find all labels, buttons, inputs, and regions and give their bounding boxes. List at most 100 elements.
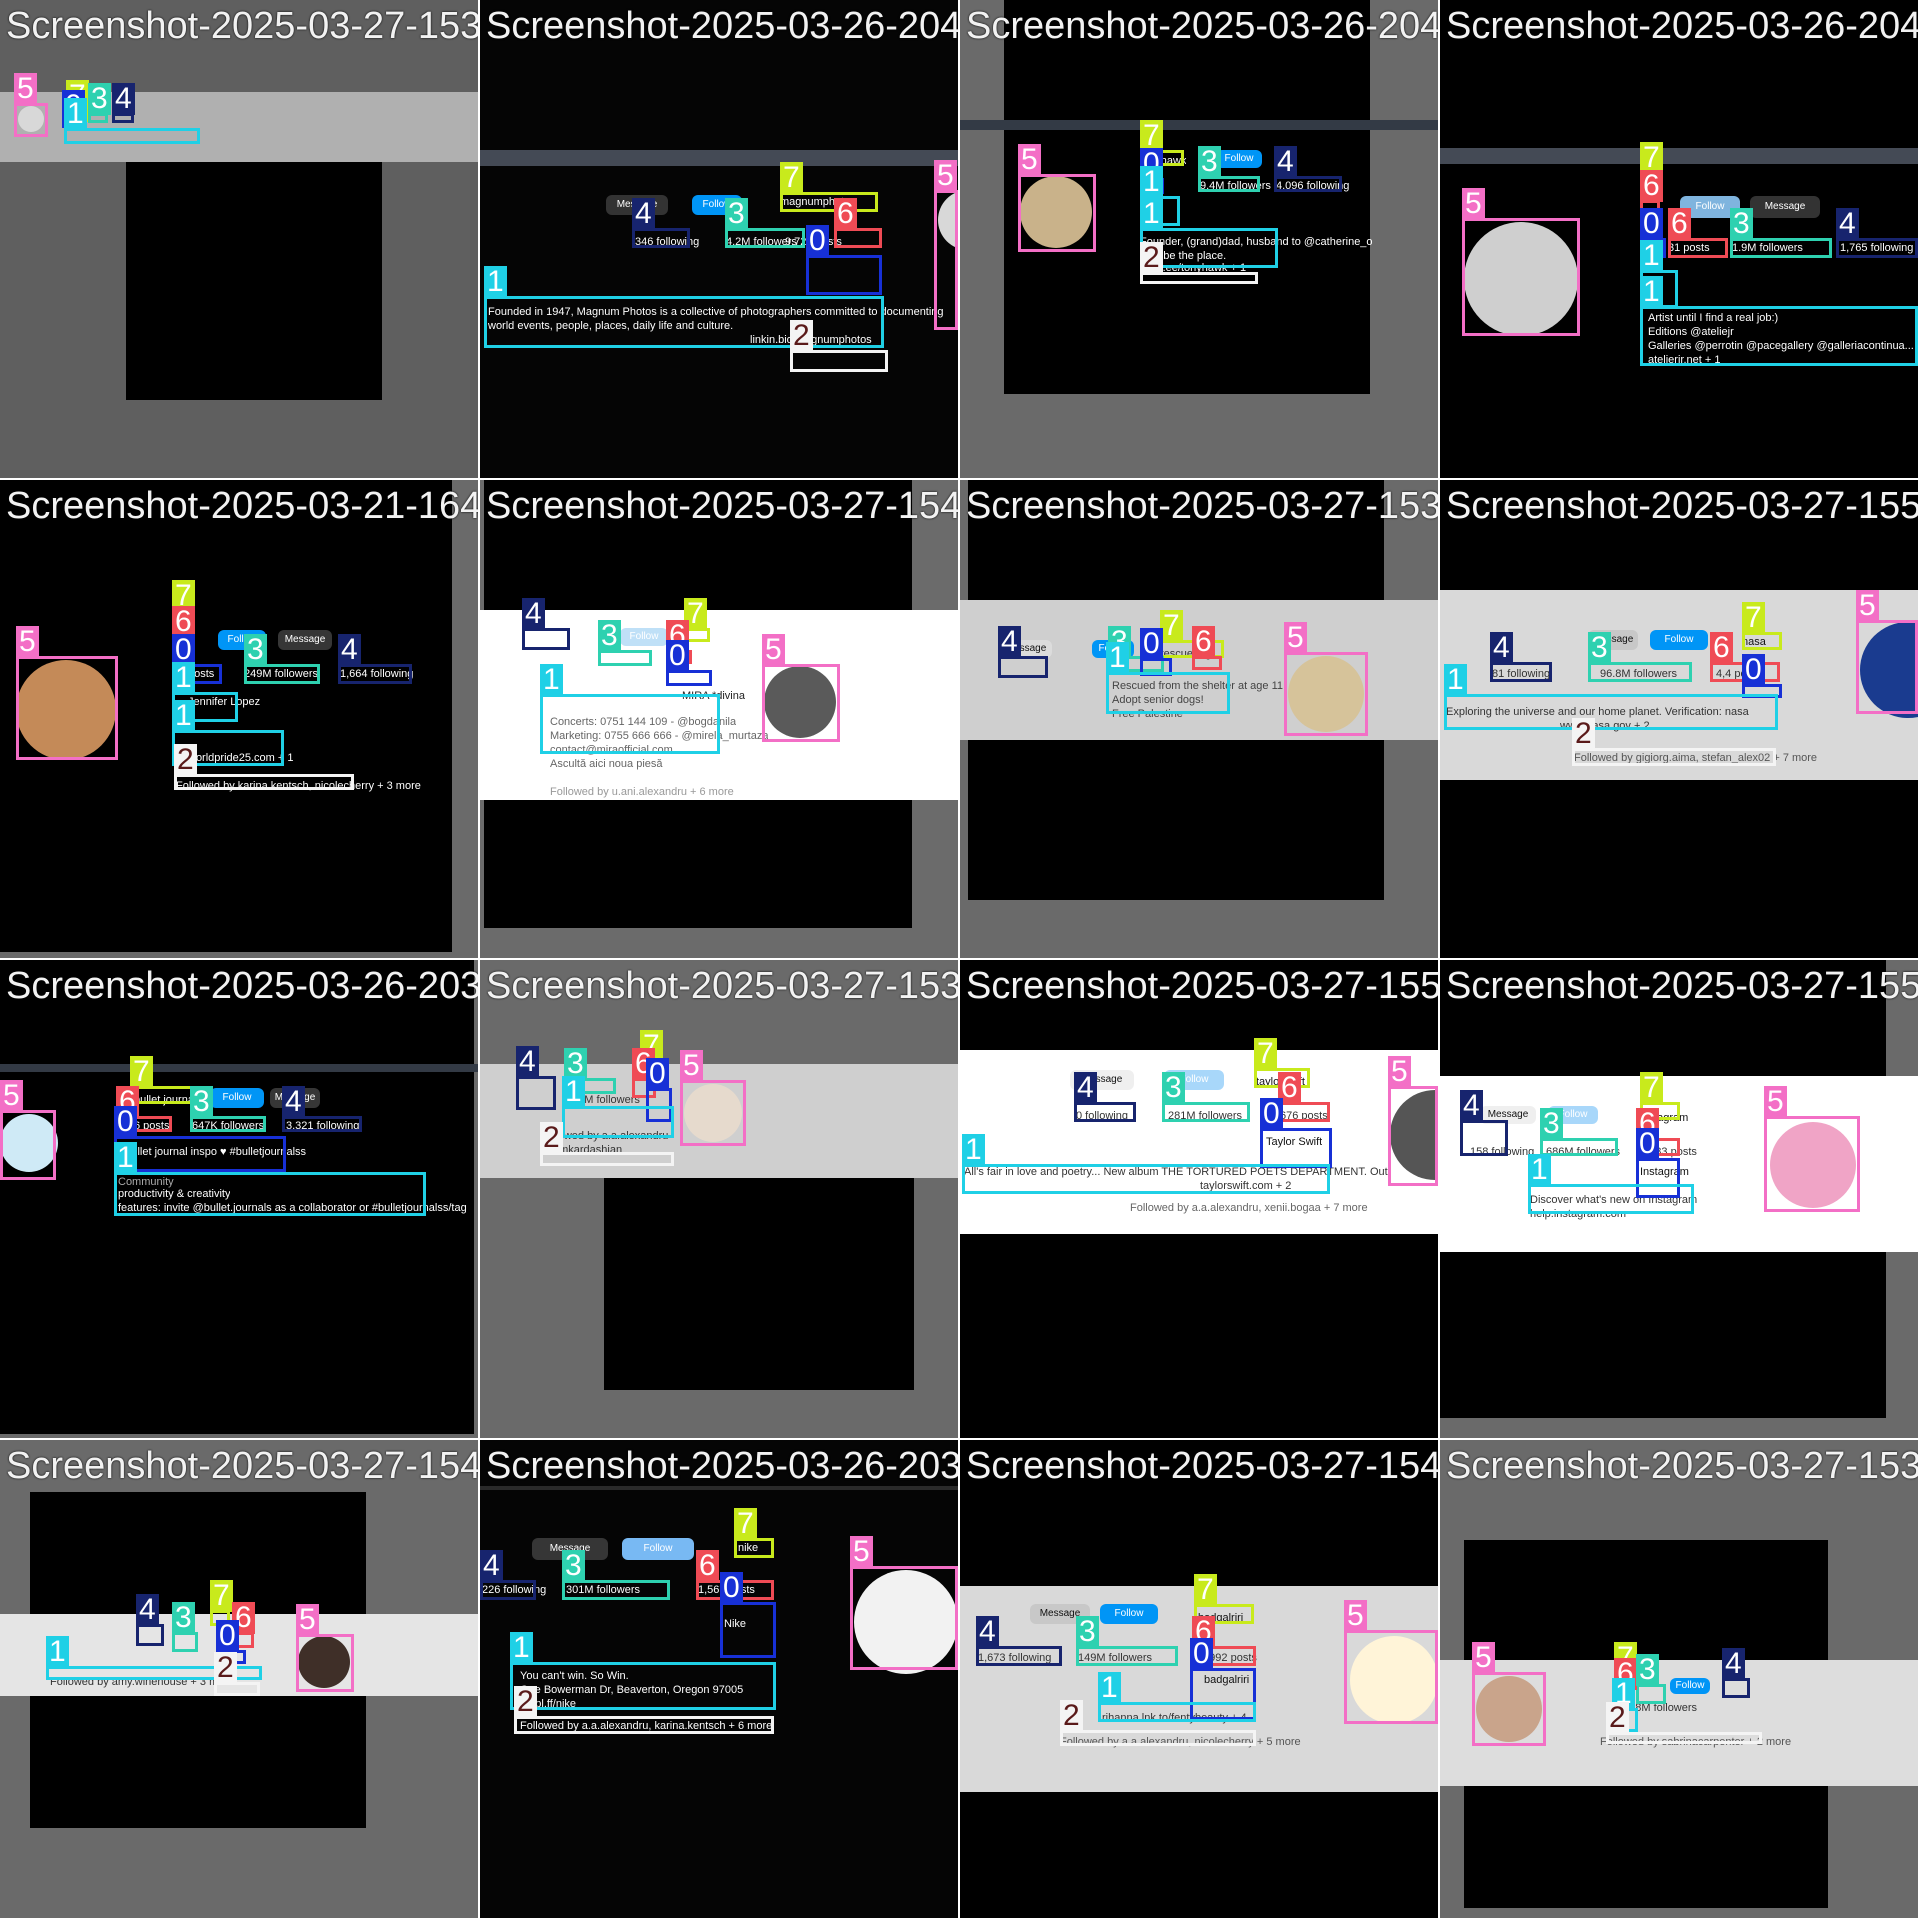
annotation-class-label: 4 xyxy=(480,1550,503,1582)
annotation-class-label: 7 xyxy=(1640,1072,1663,1104)
annotation-box-class-4 xyxy=(1836,238,1918,258)
annotation-class-label: 4 xyxy=(1490,632,1513,664)
annotation-class-label: 3 xyxy=(1588,632,1611,664)
annotation-class-label: 6 xyxy=(1668,208,1691,240)
annotation-box-class-4 xyxy=(1074,1102,1136,1122)
annotation-class-label: 5 xyxy=(762,634,785,666)
screenshot-tile: Follow 19.8M followers Followed by sabrina… xyxy=(1440,1440,1918,1918)
annotation-class-label: 2 xyxy=(540,1122,563,1154)
annotation-box-class-6 xyxy=(1192,656,1222,670)
annotation-box-class-5 xyxy=(1284,652,1368,736)
annotation-class-label: 1 xyxy=(510,1632,533,1664)
annotation-box-class-5 xyxy=(1462,218,1580,336)
annotation-box-class-3 xyxy=(1076,1646,1178,1666)
annotation-class-label: 1 xyxy=(172,662,195,694)
annotation-class-label: 0 xyxy=(1640,208,1663,240)
annotation-class-label: 4 xyxy=(1722,1648,1745,1680)
annotation-class-label: 5 xyxy=(1764,1086,1787,1118)
annotation-box-class-1 xyxy=(114,1172,426,1216)
annotation-box-class-2 xyxy=(1060,1730,1256,1746)
annotation-class-label: 3 xyxy=(88,83,111,115)
profile-text: Followed by u.ani.alexandru + 6 more xyxy=(550,786,734,798)
annotation-box-class-7 xyxy=(1742,632,1782,650)
follow-button[interactable]: Follow xyxy=(1650,630,1708,650)
annotation-class-label: 2 xyxy=(174,744,197,776)
annotation-class-label: 1 xyxy=(1640,240,1663,272)
annotation-box-class-4 xyxy=(516,1076,556,1110)
message-button[interactable]: Message xyxy=(1750,196,1820,218)
profile-text: Followed by a.a.alexandru, xenii.bogaa +… xyxy=(1130,1202,1368,1214)
annotation-class-label: 1 xyxy=(46,1636,69,1668)
annotation-class-label: 7 xyxy=(780,162,803,194)
screenshot-tile: MessageFollowmagnumphotos9,727 posts4.2M… xyxy=(480,0,958,478)
annotation-class-label: 5 xyxy=(14,73,37,105)
annotation-box-class-7 xyxy=(780,192,878,212)
annotation-class-label: 1 xyxy=(64,98,87,130)
annotation-class-label: 6 xyxy=(1192,626,1215,658)
annotation-box-class-3 xyxy=(598,650,652,666)
annotation-class-label: 6 xyxy=(834,198,857,230)
annotation-class-label: 2 xyxy=(214,1652,237,1684)
annotation-box-class-1 xyxy=(1098,1702,1256,1722)
annotation-class-label: 0 xyxy=(720,1572,743,1604)
annotation-class-label: 4 xyxy=(976,1616,999,1648)
annotation-class-label: 1 xyxy=(1098,1672,1121,1704)
tile-filename: Screenshot-2025-03-26-203843_png.rf.f970… xyxy=(6,966,478,1006)
annotation-class-label: 1 xyxy=(1106,642,1129,674)
annotation-box-class-3 xyxy=(1540,1138,1618,1156)
annotation-class-label: 3 xyxy=(562,1550,585,1582)
follow-button[interactable]: Follow xyxy=(1100,1604,1158,1624)
tile-filename: Screenshot-2025-03-27-155427_png.rf.1422… xyxy=(1446,486,1918,526)
annotation-class-label: 2 xyxy=(1060,1700,1083,1732)
annotation-class-label: 1 xyxy=(1140,198,1163,230)
annotation-box-class-3 xyxy=(172,1632,198,1652)
annotation-box-class-3 xyxy=(1730,238,1832,258)
profile-screenshot xyxy=(480,0,958,478)
annotation-box-class-3 xyxy=(1198,176,1260,192)
annotation-box-class-7 xyxy=(734,1538,774,1558)
message-button[interactable]: Message xyxy=(278,630,332,650)
annotation-class-label: 4 xyxy=(112,83,135,115)
annotation-class-label: 2 xyxy=(1606,1702,1629,1734)
follow-button[interactable]: Follow xyxy=(1216,150,1262,168)
screenshot-tile: Message Follow badgalriri 1,673 following 14… xyxy=(960,1440,1438,1918)
tile-filename: Screenshot-2025-03-26-204527_png.rf.6204 xyxy=(1446,6,1918,46)
annotation-box-class-7 xyxy=(130,1086,194,1104)
annotation-box-class-0 xyxy=(720,1602,776,1658)
annotation-class-label: 4 xyxy=(1836,208,1859,240)
annotation-class-label: 3 xyxy=(190,1086,213,1118)
tile-filename: Screenshot-2025-03-27-154426_png.rf.b512… xyxy=(486,486,958,526)
tile-filename: Screenshot-2025-03-27-155346_png.rf.f3ab… xyxy=(966,966,1438,1006)
annotation-class-label: 0 xyxy=(666,640,689,672)
annotation-box-class-2 xyxy=(1606,1732,1762,1744)
annotation-box-class-6 xyxy=(1668,238,1728,258)
annotation-class-label: 6 xyxy=(696,1550,719,1582)
annotation-class-label: 2 xyxy=(1140,242,1163,274)
annotation-box-class-4 xyxy=(1274,176,1342,192)
annotation-box-class-1 xyxy=(64,128,200,144)
annotation-box-class-4 xyxy=(1722,1678,1750,1698)
follow-button[interactable]: Follow xyxy=(1670,1678,1710,1694)
annotation-class-label: 6 xyxy=(1710,632,1733,664)
annotation-class-label: 4 xyxy=(1074,1072,1097,1104)
annotation-box-class-5 xyxy=(762,664,840,742)
annotation-class-label: 3 xyxy=(1730,208,1753,240)
annotation-box-class-5 xyxy=(16,656,118,760)
screenshot-tile: Message Follow nike 226 following 301M follo… xyxy=(480,1440,958,1918)
annotation-class-label: 4 xyxy=(998,626,1021,658)
annotation-box-class-1 xyxy=(562,1106,674,1138)
profile-screenshot xyxy=(126,146,382,400)
annotation-box-class-4 xyxy=(1460,1120,1508,1156)
follow-button[interactable]: Follow xyxy=(210,1088,264,1108)
tile-filename: Screenshot-2025-03-27-155346_png.rf.e2a5 xyxy=(1446,966,1918,1006)
follow-button[interactable]: Follow xyxy=(622,1538,694,1560)
annotation-class-label: 0 xyxy=(1260,1098,1283,1130)
profile-header-band xyxy=(480,1486,958,1490)
annotation-class-label: 5 xyxy=(1344,1600,1367,1632)
annotation-class-label: 4 xyxy=(338,634,361,666)
follow-button[interactable]: Follow xyxy=(620,628,668,646)
annotation-class-label: 3 xyxy=(1162,1072,1185,1104)
annotation-box-class-3 xyxy=(1162,1102,1250,1122)
annotation-class-label: 1 xyxy=(484,266,507,298)
annotation-box-class-1 xyxy=(1444,694,1778,730)
